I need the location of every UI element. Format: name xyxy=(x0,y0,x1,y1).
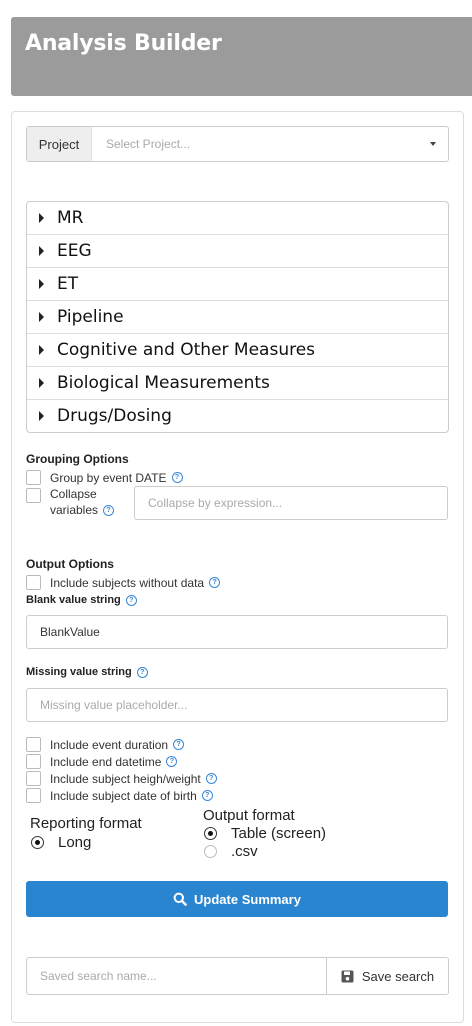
output-table-label: Table (screen) xyxy=(231,825,327,842)
accordion-item-eeg[interactable]: EEG xyxy=(27,234,448,267)
group-by-date-label: Group by event DATE xyxy=(50,470,167,485)
missing-value-label: Missing value string xyxy=(26,666,132,678)
search-icon xyxy=(173,892,187,906)
output-table-option: Table (screen) xyxy=(204,825,326,842)
accordion-item-drugs[interactable]: Drugs/Dosing xyxy=(27,399,448,432)
page-header: Analysis Builder xyxy=(11,17,472,96)
caret-right-icon xyxy=(39,213,44,223)
height-weight-label: Include subject heigh/weight xyxy=(50,771,201,786)
accordion-item-label: Pipeline xyxy=(57,307,124,327)
output-csv-label: .csv xyxy=(231,843,258,860)
project-select-group: Project Select Project... xyxy=(26,126,449,162)
output-options-title: Output Options xyxy=(26,557,114,571)
missing-value-placeholder: Missing value placeholder... xyxy=(40,698,188,712)
collapse-expression-placeholder: Collapse by expression... xyxy=(148,496,283,510)
save-search-label: Save search xyxy=(361,968,435,984)
accordion-item-cognitive[interactable]: Cognitive and Other Measures xyxy=(27,333,448,366)
accordion-item-label: Drugs/Dosing xyxy=(57,406,172,426)
event-duration-label: Include event duration xyxy=(50,737,169,752)
caret-right-icon xyxy=(39,411,44,421)
reporting-long-radio[interactable] xyxy=(31,836,44,849)
collapse-expression-input[interactable]: Collapse by expression... xyxy=(134,486,448,520)
caret-right-icon xyxy=(39,246,44,256)
caret-right-icon xyxy=(39,345,44,355)
accordion-item-mr[interactable]: MR xyxy=(27,202,448,234)
update-summary-label: Update Summary xyxy=(194,891,301,907)
reporting-long-option: Long xyxy=(31,834,91,851)
help-icon[interactable]: ? xyxy=(103,505,115,517)
end-datetime-checkbox[interactable] xyxy=(26,754,41,769)
grouping-options-title: Grouping Options xyxy=(26,452,129,466)
accordion-item-label: MR xyxy=(57,208,84,228)
accordion-item-et[interactable]: ET xyxy=(27,267,448,300)
saved-search-input[interactable]: Saved search name... xyxy=(27,958,327,994)
blank-value-label-row: Blank value string? xyxy=(26,594,137,606)
group-by-date-checkbox[interactable] xyxy=(26,470,41,485)
update-summary-button[interactable]: Update Summary xyxy=(26,881,448,917)
group-by-date-option: Group by event DATE ? xyxy=(26,470,183,485)
modality-accordion: MR EEG ET Pipeline Cognitive and Other M… xyxy=(26,201,449,433)
accordion-item-label: EEG xyxy=(57,241,92,261)
help-icon[interactable]: ? xyxy=(166,756,178,767)
saved-search-group: Saved search name... Save search xyxy=(26,957,449,995)
project-label: Project xyxy=(27,127,92,161)
output-csv-radio[interactable] xyxy=(204,845,217,858)
caret-right-icon xyxy=(39,279,44,289)
page-title: Analysis Builder xyxy=(25,31,222,56)
help-icon[interactable]: ? xyxy=(173,739,185,750)
builder-panel: Project Select Project... MR EEG ET Pipe… xyxy=(11,111,464,1023)
collapse-label-line1: Collapse xyxy=(50,487,97,501)
dob-option: Include subject date of birth ? xyxy=(26,788,213,803)
accordion-item-label: Cognitive and Other Measures xyxy=(57,340,316,360)
end-datetime-label: Include end datetime xyxy=(50,754,162,769)
output-format-title: Output format xyxy=(203,807,295,824)
include-without-data-label: Include subjects without data xyxy=(50,575,205,590)
help-icon[interactable]: ? xyxy=(209,577,221,588)
missing-value-label-row: Missing value string? xyxy=(26,666,148,678)
event-duration-checkbox[interactable] xyxy=(26,737,41,752)
chevron-down-icon xyxy=(430,142,436,146)
height-weight-checkbox[interactable] xyxy=(26,771,41,786)
missing-value-input[interactable]: Missing value placeholder... xyxy=(26,688,448,722)
include-without-data-checkbox[interactable] xyxy=(26,575,41,590)
help-icon[interactable]: ? xyxy=(125,594,137,606)
help-icon[interactable]: ? xyxy=(171,472,183,483)
accordion-item-label: ET xyxy=(57,274,79,294)
help-icon[interactable]: ? xyxy=(136,666,148,678)
help-icon[interactable]: ? xyxy=(205,773,217,784)
caret-right-icon xyxy=(39,378,44,388)
saved-search-placeholder: Saved search name... xyxy=(40,969,157,983)
accordion-item-label: Biological Measurements xyxy=(57,373,270,393)
project-select-placeholder: Select Project... xyxy=(106,137,191,151)
project-select[interactable]: Select Project... xyxy=(92,127,448,161)
collapse-variables-option: Collapse variables? xyxy=(26,486,115,518)
reporting-format-title: Reporting format xyxy=(30,815,142,832)
help-icon[interactable]: ? xyxy=(201,790,213,801)
blank-value-text: BlankValue xyxy=(40,625,100,639)
end-datetime-option: Include end datetime ? xyxy=(26,754,178,769)
floppy-disk-icon xyxy=(341,970,354,982)
dob-label: Include subject date of birth xyxy=(50,788,197,803)
blank-value-input[interactable]: BlankValue xyxy=(26,615,448,649)
accordion-item-pipeline[interactable]: Pipeline xyxy=(27,300,448,333)
include-without-data-option: Include subjects without data ? xyxy=(26,575,221,590)
event-duration-option: Include event duration ? xyxy=(26,737,185,752)
blank-value-label: Blank value string xyxy=(26,594,121,606)
reporting-long-label: Long xyxy=(58,834,92,851)
output-csv-option: .csv xyxy=(204,843,258,860)
save-search-button[interactable]: Save search xyxy=(327,958,448,994)
accordion-item-biological[interactable]: Biological Measurements xyxy=(27,366,448,399)
collapse-label-line2: variables xyxy=(50,503,99,517)
collapse-variables-checkbox[interactable] xyxy=(26,488,41,503)
height-weight-option: Include subject heigh/weight ? xyxy=(26,771,217,786)
caret-right-icon xyxy=(39,312,44,322)
output-table-radio[interactable] xyxy=(204,827,217,840)
dob-checkbox[interactable] xyxy=(26,788,41,803)
